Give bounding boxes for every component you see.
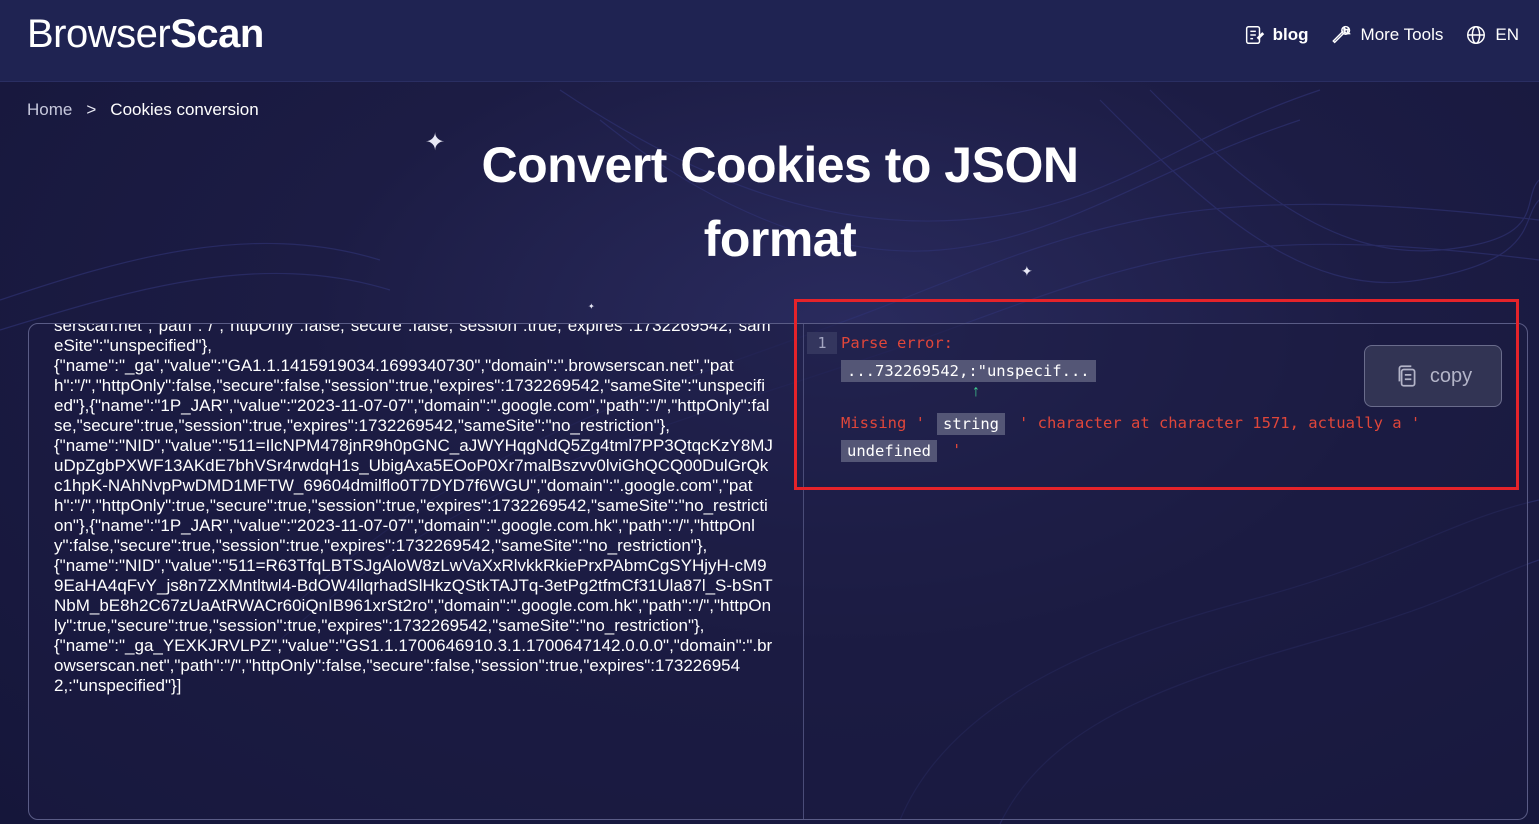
nav-more-tools-link[interactable]: More Tools (1331, 24, 1444, 46)
nav-blog-label: blog (1272, 25, 1309, 44)
breadcrumb-home-link[interactable]: Home (27, 100, 72, 120)
copy-icon (1398, 365, 1416, 387)
missing-prefix: Missing ' (841, 414, 925, 432)
cookie-input-area[interactable]: serscan.net","path":"/","httpOnly":false… (29, 324, 803, 819)
nav-blog-link[interactable]: blog (1243, 24, 1309, 46)
sparkle-icon: ✦ (425, 129, 446, 156)
breadcrumb-separator: > (86, 100, 97, 119)
nav-more-tools-label: More Tools (1360, 25, 1444, 44)
copy-button[interactable]: copy (1364, 345, 1502, 407)
blog-icon (1245, 26, 1264, 44)
breadcrumb: Home > Cookies conversion (27, 100, 259, 120)
copy-button-label: copy (1429, 364, 1473, 387)
sparkle-icon: ✦ (588, 302, 595, 311)
logo[interactable]: BrowserScan (27, 12, 264, 57)
line-number: 1 (807, 332, 837, 354)
error-position-arrow-icon: ↑ (972, 383, 980, 400)
parse-error-label: Parse error: (841, 334, 953, 352)
converter-panel: serscan.net","path":"/","httpOnly":false… (28, 323, 1528, 820)
wrench-icon (1331, 25, 1351, 44)
error-snippet: ...732269542,:"unspecif... (841, 360, 1096, 382)
cookie-input-text[interactable]: serscan.net","path":"/","httpOnly":false… (54, 324, 774, 696)
logo-text-bold: Scan (170, 12, 264, 56)
missing-suffix: ' (952, 441, 962, 459)
breadcrumb-current: Cookies conversion (110, 100, 259, 119)
language-label: EN (1495, 25, 1519, 44)
json-output-area: 1 Parse error: ...732269542,:"unspecif..… (804, 324, 1527, 819)
actual-token: undefined (841, 440, 937, 462)
page-title: Convert Cookies to JSON format (481, 137, 1079, 267)
logo-text-regular: Browser (27, 12, 171, 56)
top-nav: blog More Tools EN (1243, 24, 1519, 46)
missing-middle: ' character at character 1571, actually … (1019, 414, 1421, 432)
globe-icon (1467, 26, 1486, 44)
language-selector[interactable]: EN (1465, 24, 1519, 46)
missing-token: string (937, 413, 1005, 435)
top-header: BrowserScan blog More Tools EN (0, 0, 1539, 82)
